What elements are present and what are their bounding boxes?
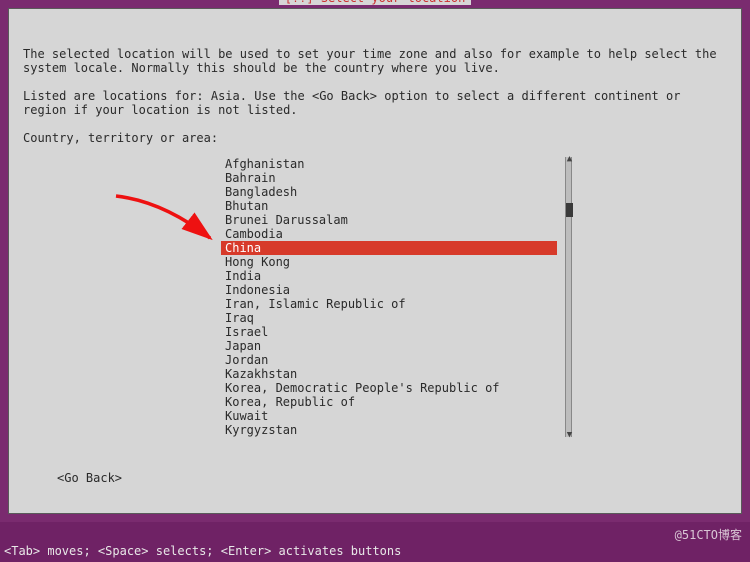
keyboard-hint-bar: <Tab> moves; <Space> selects; <Enter> ac…	[0, 522, 750, 562]
country-list[interactable]: AfghanistanBahrainBangladeshBhutanBrunei…	[221, 157, 557, 439]
scrollbar[interactable]: ▲ ▼	[565, 157, 572, 437]
list-item[interactable]: China	[221, 241, 557, 255]
list-item[interactable]: Kuwait	[221, 409, 557, 423]
list-item[interactable]: Bahrain	[221, 171, 557, 185]
list-item[interactable]: Hong Kong	[221, 255, 557, 269]
list-item[interactable]: Jordan	[221, 353, 557, 367]
list-item[interactable]: India	[221, 269, 557, 283]
scroll-down-icon[interactable]: ▼	[565, 431, 574, 439]
list-item[interactable]: Indonesia	[221, 283, 557, 297]
list-item[interactable]: Iraq	[221, 311, 557, 325]
list-item[interactable]: Israel	[221, 325, 557, 339]
scroll-thumb[interactable]	[566, 203, 573, 217]
dialog-paragraph-2: Listed are locations for: Asia. Use the …	[23, 89, 727, 117]
list-item[interactable]: Bangladesh	[221, 185, 557, 199]
list-item[interactable]: Japan	[221, 339, 557, 353]
go-back-button[interactable]: <Go Back>	[57, 471, 122, 485]
dialog-paragraph-1: The selected location will be used to se…	[23, 47, 727, 75]
watermark: @51CTO博客	[675, 528, 742, 542]
list-item[interactable]: Afghanistan	[221, 157, 557, 171]
installer-dialog: [!!] Select your location The selected l…	[8, 8, 742, 514]
keyboard-hint: <Tab> moves; <Space> selects; <Enter> ac…	[4, 544, 401, 558]
list-item[interactable]: Kyrgyzstan	[221, 423, 557, 437]
list-label: Country, territory or area:	[23, 131, 727, 145]
dialog-title: [!!] Select your location	[279, 0, 472, 5]
scroll-up-icon[interactable]: ▲	[565, 155, 574, 163]
list-item[interactable]: Brunei Darussalam	[221, 213, 557, 227]
list-item[interactable]: Korea, Republic of	[221, 395, 557, 409]
list-item[interactable]: Bhutan	[221, 199, 557, 213]
list-item[interactable]: Korea, Democratic People's Republic of	[221, 381, 557, 395]
list-item[interactable]: Cambodia	[221, 227, 557, 241]
list-item[interactable]: Kazakhstan	[221, 367, 557, 381]
list-item[interactable]: Iran, Islamic Republic of	[221, 297, 557, 311]
